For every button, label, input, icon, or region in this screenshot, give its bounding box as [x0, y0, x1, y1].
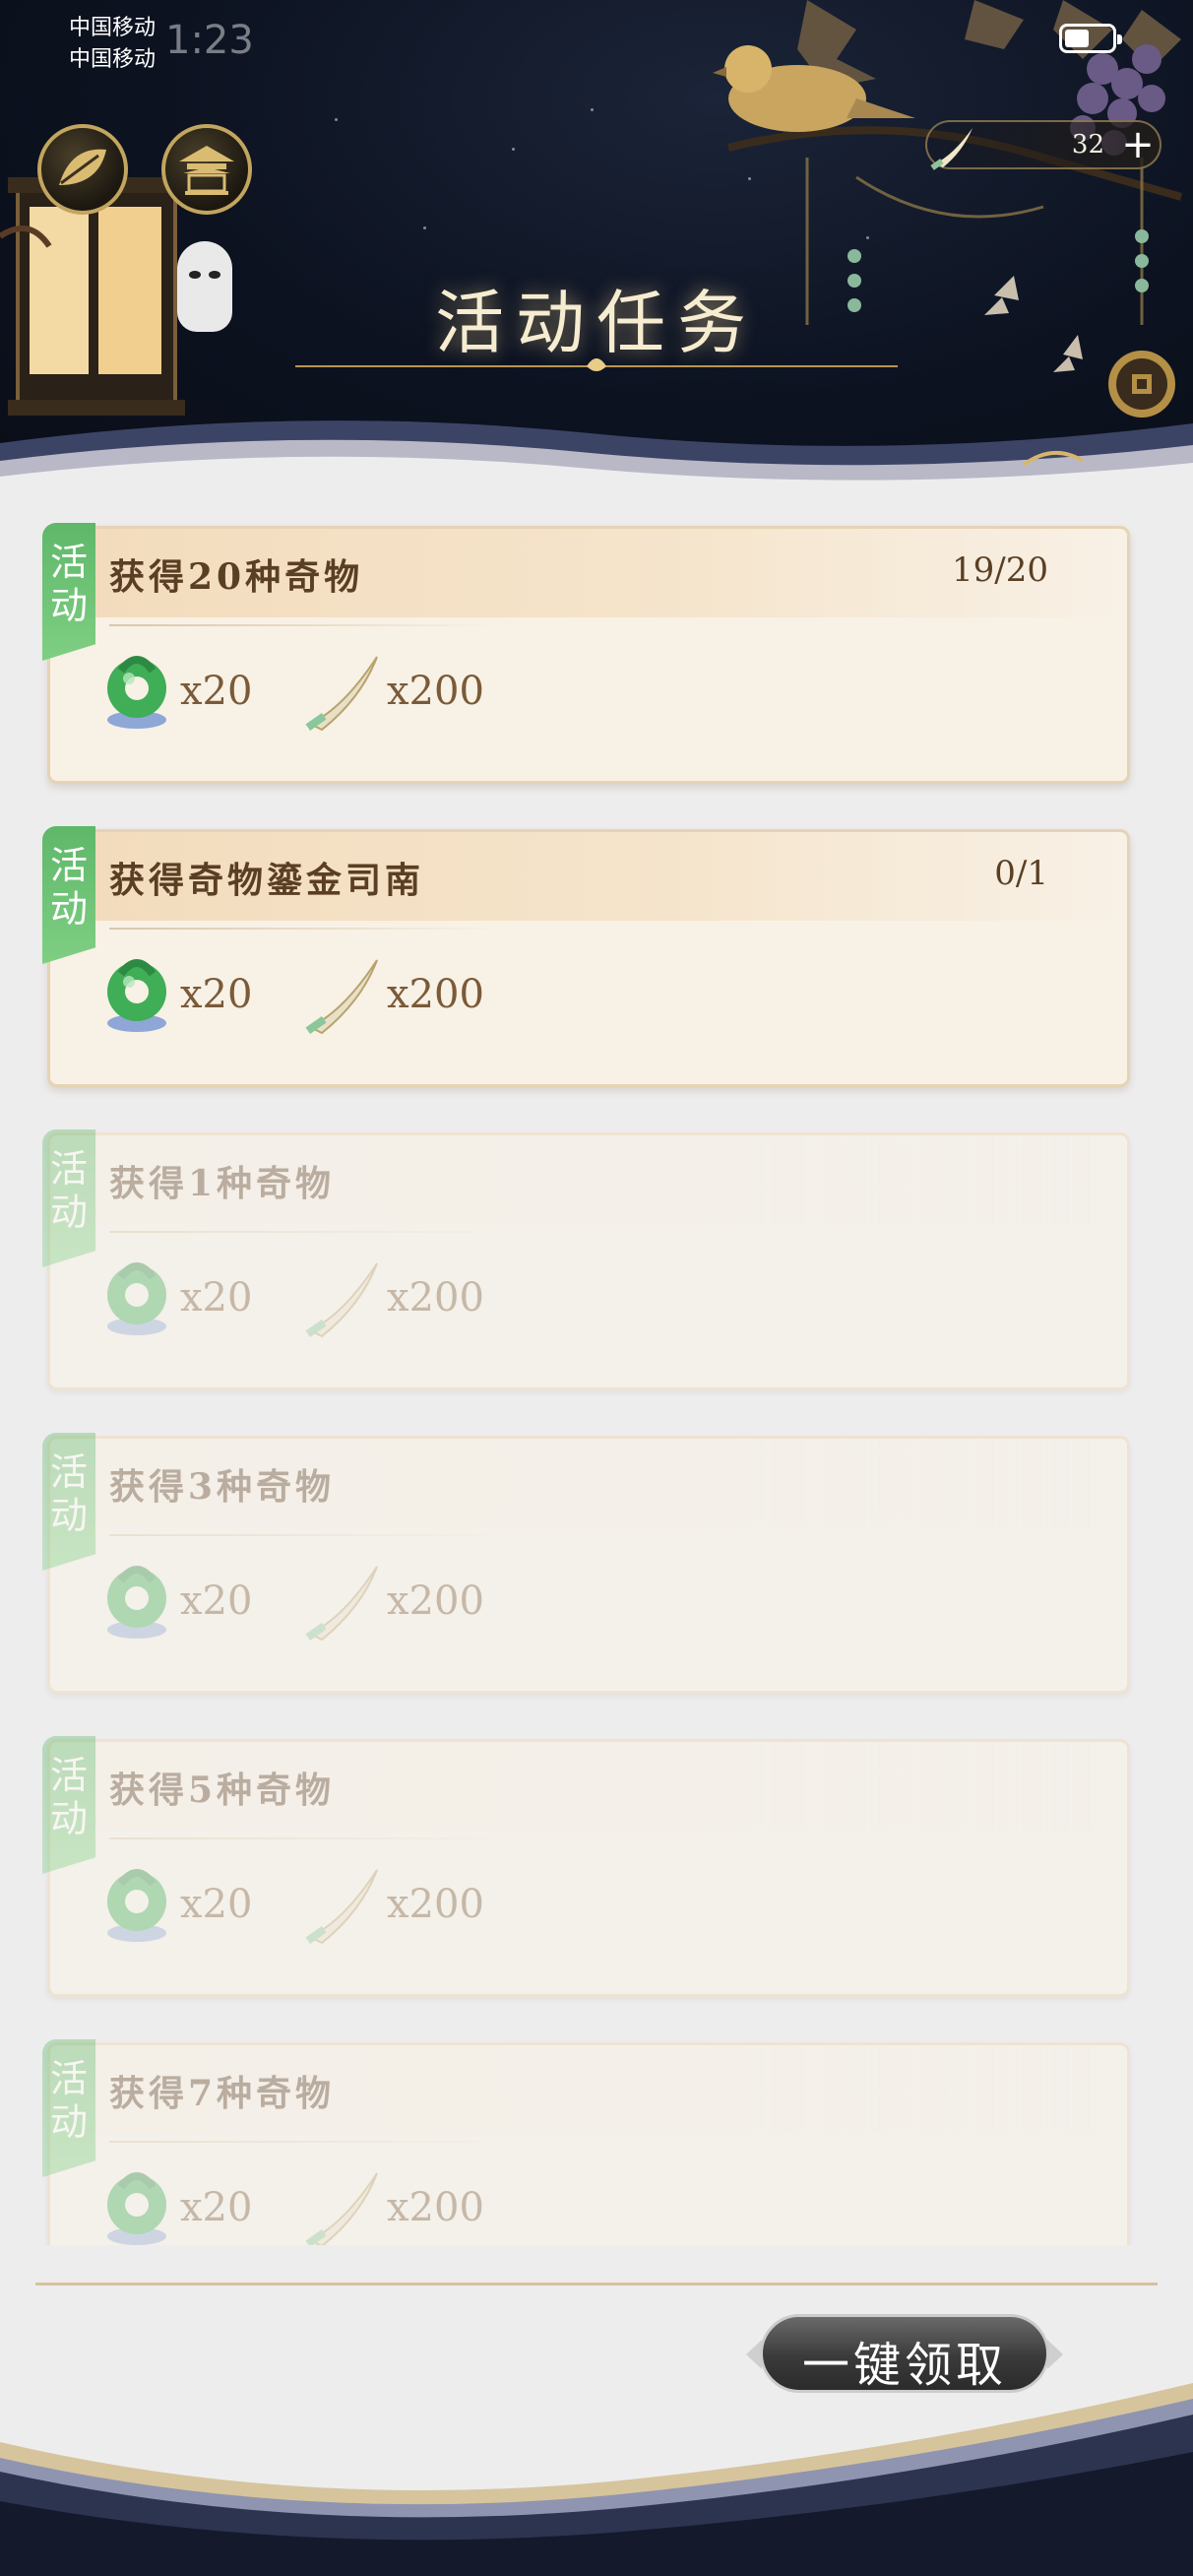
reward-qty: x200 [387, 669, 484, 714]
task-title: 获得奇物鎏金司南 [109, 860, 425, 901]
jade-pendant-icon [107, 959, 166, 1032]
claim-all-label: 一键领取 [801, 2338, 1007, 2393]
jade-pendant-icon [107, 1566, 166, 1639]
currency-value: 32 [1071, 130, 1104, 160]
reward-qty: x200 [387, 2185, 484, 2230]
dagger-icon [305, 2172, 378, 2245]
reward-qty: x200 [387, 1275, 484, 1320]
reward-qty: x20 [180, 669, 253, 714]
dagger-icon [305, 1566, 378, 1642]
task-card: 活动 获得奇物鎏金司南 0/1 x20 x200 [42, 826, 1130, 1087]
task-card: 活动 获得5种奇物 x20 x200 [42, 1736, 1130, 1997]
reward-qty: x200 [387, 1882, 484, 1927]
plus-icon[interactable]: + [1114, 122, 1162, 169]
currency-counter: 32 + [925, 120, 1162, 170]
task-progress: 19/20 [952, 550, 1048, 590]
reward-qty: x20 [180, 2185, 253, 2230]
task-title: 获得1种奇物 [109, 1163, 336, 1204]
reward-qty: x20 [180, 1578, 253, 1624]
activity-tag: 活动 [42, 2039, 95, 2177]
activity-tag: 活动 [42, 523, 95, 661]
task-title: 获得5种奇物 [109, 1770, 336, 1811]
reward-qty: x200 [387, 1578, 484, 1624]
reward-qty: x20 [180, 1275, 253, 1320]
task-card: 活动 获得3种奇物 x20 x200 [42, 1433, 1130, 1694]
carrier-label: 中国移动 [69, 16, 157, 40]
pavilion-button[interactable] [161, 124, 252, 215]
reward-qty: x20 [180, 972, 253, 1017]
clock: 1:23 [165, 18, 254, 63]
activity-tag: 活动 [42, 1129, 95, 1267]
dagger-icon [305, 959, 378, 1035]
jade-pendant-icon [107, 656, 166, 729]
leaf-button[interactable] [37, 124, 128, 215]
pavilion-icon [179, 146, 234, 195]
task-title: 获得3种奇物 [109, 1466, 336, 1508]
header-wave-divider [0, 420, 1193, 492]
task-title: 获得20种奇物 [109, 556, 364, 598]
leaf-icon [59, 149, 106, 185]
carrier-label: 中国移动 [69, 47, 157, 72]
dagger-icon [930, 128, 973, 170]
reward-qty: x200 [387, 972, 484, 1017]
status-bar: 中国移动 中国移动 1:23 [0, 0, 1193, 79]
dagger-icon [305, 656, 378, 732]
activity-tag: 活动 [42, 826, 95, 964]
header: 32 + 活动任务 中国移动 中国移动 1:23 [0, 0, 1193, 492]
task-progress: 0/1 [994, 854, 1048, 893]
jade-pendant-icon [107, 1262, 166, 1335]
footer-divider [35, 2283, 1158, 2286]
task-card: 活动 获得20种奇物 19/20 x20 x200 [42, 523, 1130, 784]
task-list[interactable]: 活动 获得20种奇物 19/20 x20 x200 活动 获得奇物鎏金司南 0/… [0, 512, 1193, 2245]
dagger-icon [305, 1262, 378, 1338]
jade-pendant-icon [107, 2172, 166, 2245]
dagger-icon [305, 1869, 378, 1945]
task-card: 活动 获得1种奇物 x20 x200 [42, 1129, 1130, 1390]
reward-qty: x20 [180, 1882, 253, 1927]
activity-tag: 活动 [42, 1736, 95, 1874]
claim-all-button[interactable]: 一键领取 [742, 2310, 1067, 2399]
title-ornament [295, 358, 898, 371]
task-card: 活动 获得7种奇物 x20 x200 [42, 2039, 1130, 2245]
activity-tag: 活动 [42, 1433, 95, 1571]
task-title: 获得7种奇物 [109, 2073, 336, 2114]
jade-pendant-icon [107, 1869, 166, 1942]
page-title: 活动任务 [435, 283, 758, 363]
battery-icon [1059, 24, 1122, 53]
